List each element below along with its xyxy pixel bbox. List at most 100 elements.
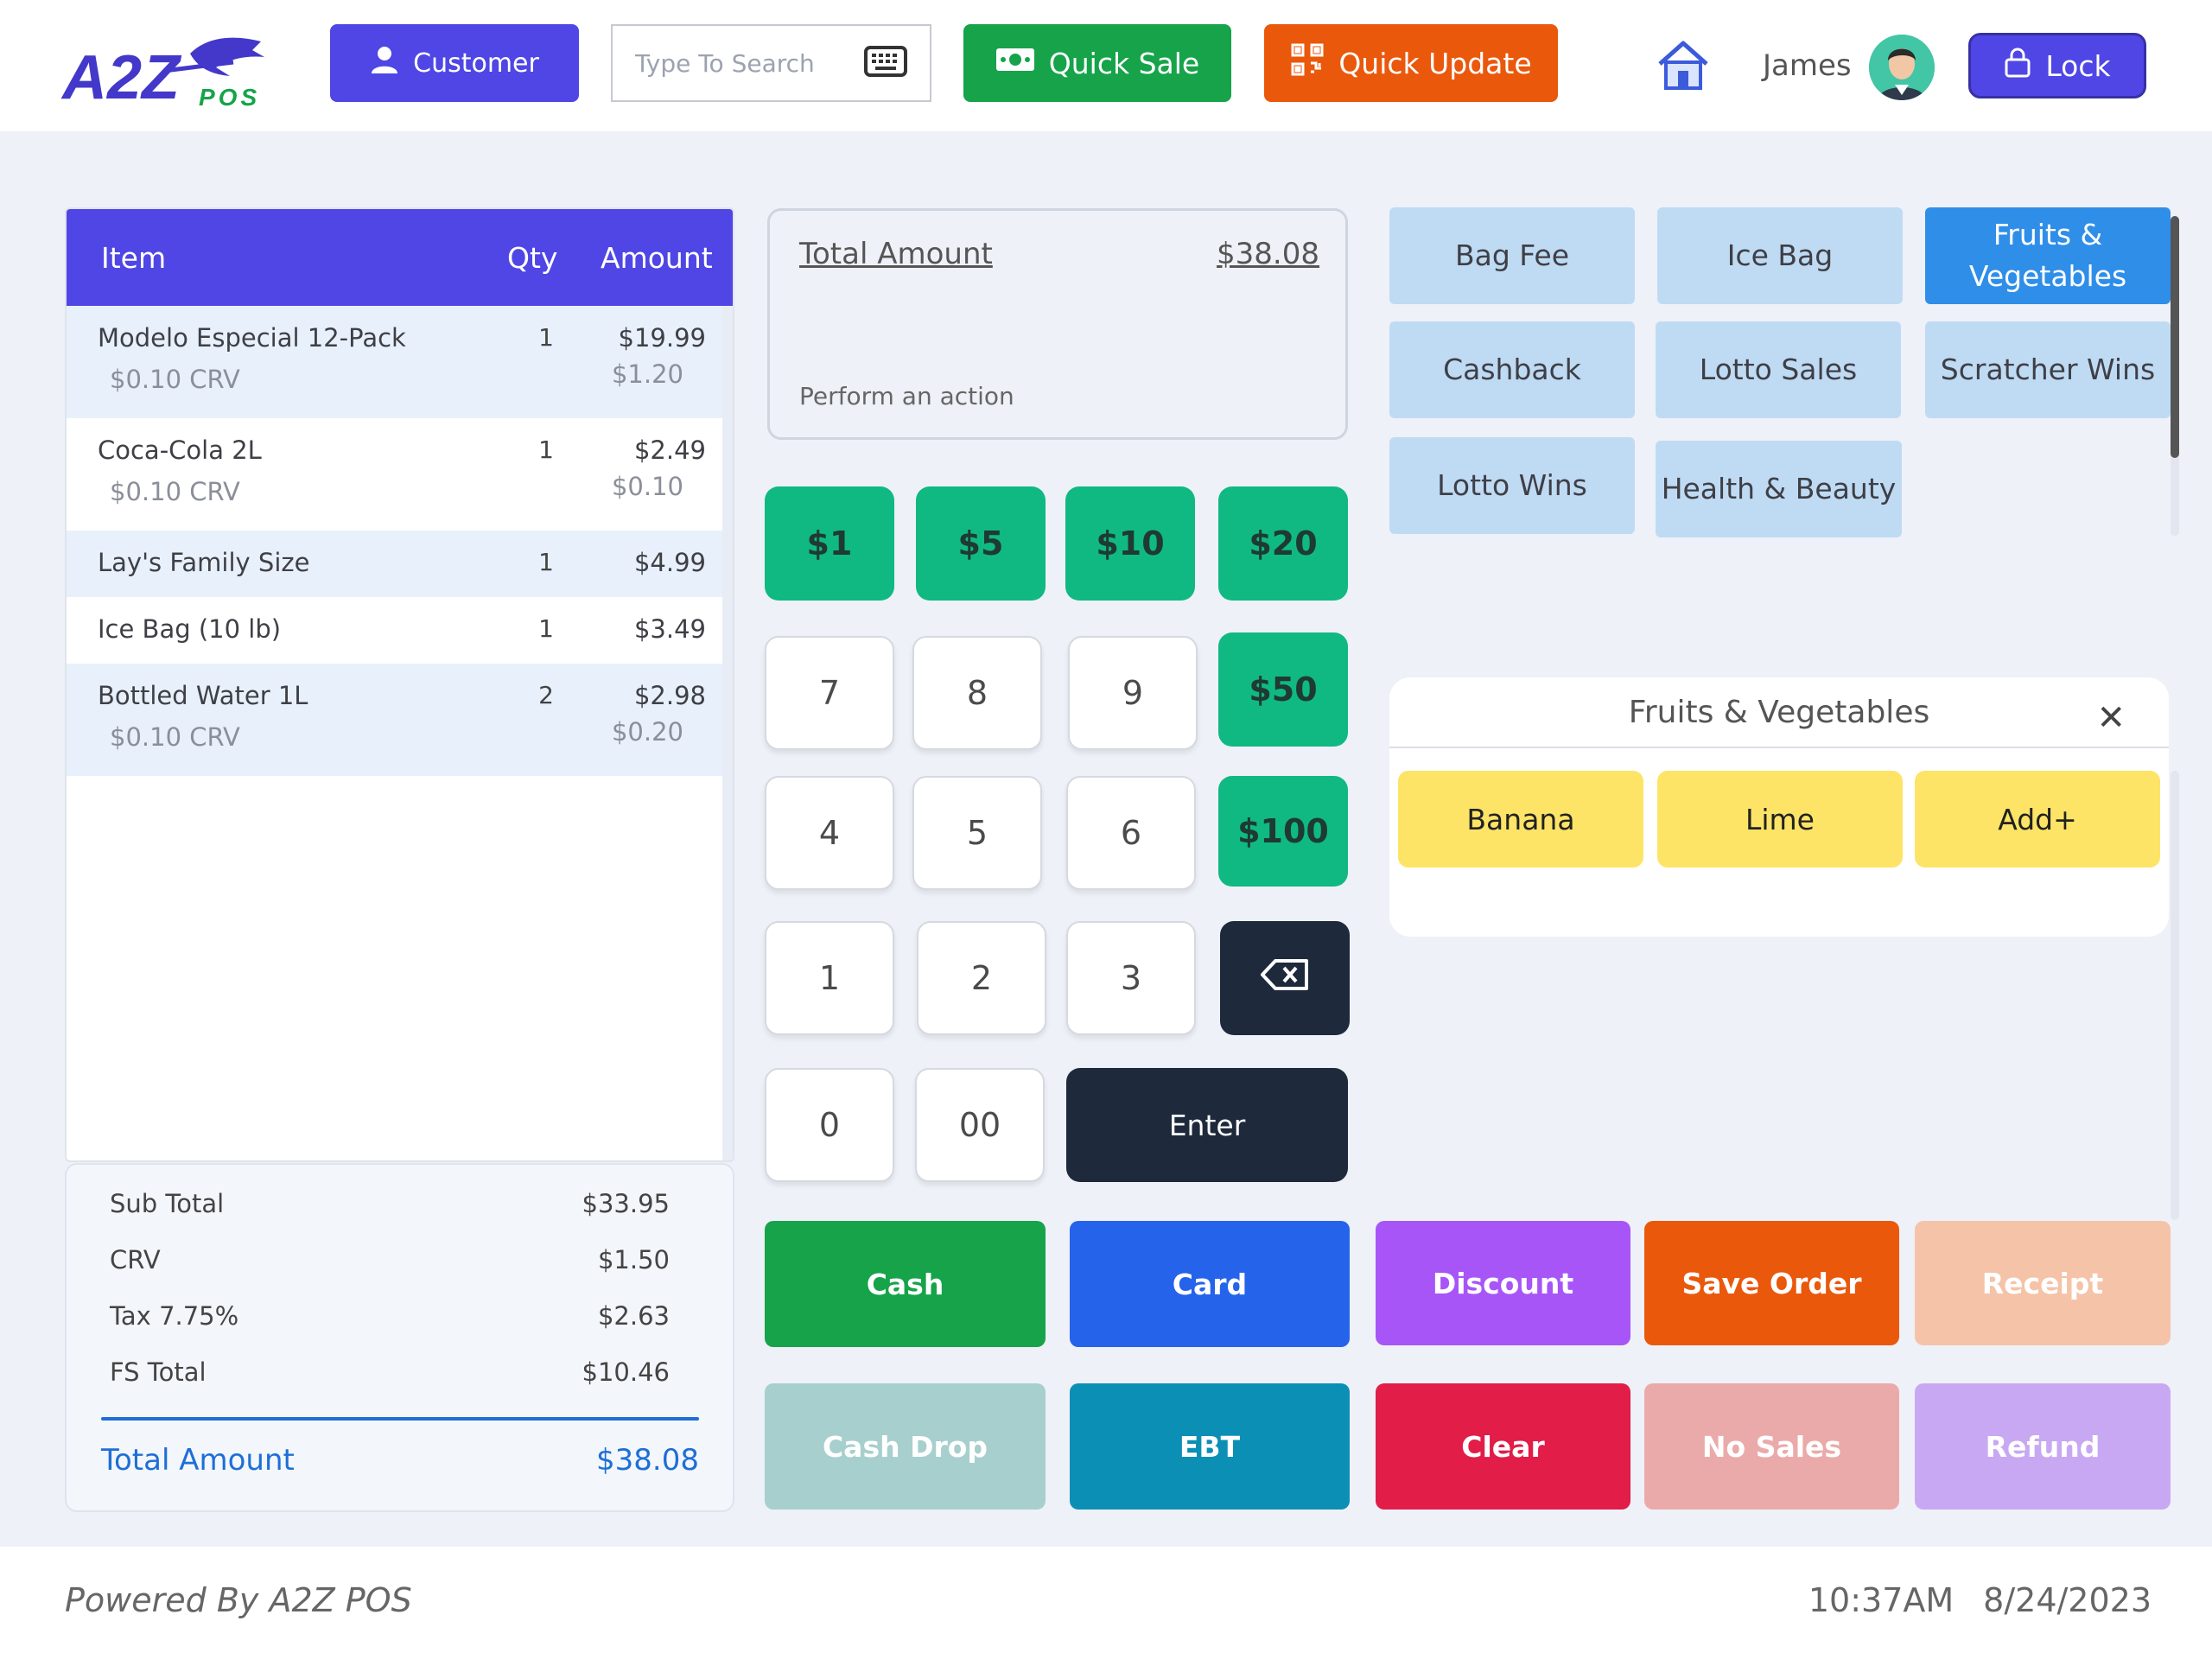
category-fruits-vegetables[interactable]: Fruits & Vegetables (1925, 207, 2171, 304)
item-name: Bottled Water 1L (98, 681, 308, 710)
sub-total-value: $33.95 (582, 1189, 670, 1218)
item-name: Lay's Family Size (98, 548, 310, 577)
item-qty: 2 (538, 681, 554, 709)
customer-label: Customer (413, 48, 539, 79)
digit-key-2[interactable]: 2 (917, 921, 1046, 1035)
quick-update-button[interactable]: Quick Update (1264, 24, 1558, 102)
item-amount: $2.98 (633, 681, 706, 710)
category-ice-bag[interactable]: Ice Bag (1657, 207, 1903, 304)
category-lotto-sales[interactable]: Lotto Sales (1656, 321, 1901, 418)
home-icon[interactable] (1655, 36, 1712, 97)
lock-button[interactable]: Lock (1968, 33, 2146, 99)
cash-key-50[interactable]: $50 (1218, 632, 1348, 747)
cart-row[interactable]: Coca-Cola 2L 1 $2.49 $0.10 CRV $0.10 (67, 418, 725, 531)
a2z-pos-logo: A2Z POS (60, 28, 276, 112)
crv-row: CRV $1.50 (110, 1245, 690, 1274)
cart-row[interactable]: Lay's Family Size 1 $4.99 (67, 531, 725, 597)
item-crv-label: $0.10 CRV (110, 722, 240, 752)
cart-row[interactable]: Ice Bag (10 lb) 1 $3.49 (67, 597, 725, 664)
clock-time: 10:37AM (1808, 1581, 1955, 1619)
ebt-button[interactable]: EBT (1070, 1383, 1350, 1510)
keyboard-icon[interactable] (864, 46, 907, 80)
column-item: Item (101, 240, 167, 275)
subcategory-scrollbar[interactable] (2171, 771, 2179, 1220)
digit-key-1[interactable]: 1 (765, 921, 894, 1035)
receipt-button[interactable]: Receipt (1915, 1221, 2171, 1345)
cash-key-100[interactable]: $100 (1218, 776, 1348, 887)
digit-key-8[interactable]: 8 (912, 636, 1042, 750)
powered-by: Powered By A2Z POS (65, 1581, 412, 1619)
digit-key-7[interactable]: 7 (765, 636, 894, 750)
avatar[interactable] (1869, 35, 1935, 100)
cart-panel: Item Qty Amount Modelo Especial 12-Pack … (65, 207, 734, 1162)
subcategory-title: Fruits & Vegetables (1628, 695, 1930, 730)
cart-row[interactable]: Modelo Especial 12-Pack 1 $19.99 $0.10 C… (67, 306, 725, 418)
search-input[interactable] (635, 48, 842, 78)
category-lotto-wins[interactable]: Lotto Wins (1389, 437, 1635, 534)
amount-display: Total Amount $38.08 Perform an action (767, 208, 1348, 440)
product-banana[interactable]: Banana (1398, 771, 1643, 868)
search-box[interactable] (611, 24, 931, 102)
item-qty: 1 (538, 548, 554, 576)
cash-key-5[interactable]: $5 (916, 486, 1046, 601)
cash-key-1[interactable]: $1 (765, 486, 894, 601)
customer-button[interactable]: Customer (330, 24, 579, 102)
refund-button[interactable]: Refund (1915, 1383, 2171, 1510)
tax-row: Tax 7.75% $2.63 (110, 1301, 690, 1331)
backspace-key[interactable] (1220, 921, 1350, 1035)
save-order-button[interactable]: Save Order (1644, 1221, 1899, 1345)
digit-key-5[interactable]: 5 (912, 776, 1042, 890)
column-amount: Amount (601, 240, 713, 275)
category-health-beauty[interactable]: Health & Beauty (1656, 441, 1902, 537)
category-scratcher-wins[interactable]: Scratcher Wins (1925, 321, 2171, 418)
cart-row[interactable]: Bottled Water 1L 2 $2.98 $0.10 CRV $0.20 (67, 664, 725, 776)
enter-key[interactable]: Enter (1066, 1068, 1348, 1182)
display-label: Total Amount (799, 237, 993, 271)
footer: Powered By A2Z POS 10:37AM 8/24/2023 (0, 1547, 2212, 1659)
cash-drop-button[interactable]: Cash Drop (765, 1383, 1046, 1510)
clock-date: 8/24/2023 (1983, 1581, 2152, 1619)
category-bag-fee[interactable]: Bag Fee (1389, 207, 1635, 304)
quick-sale-label: Quick Sale (1048, 46, 1200, 80)
item-amount: $2.49 (633, 435, 706, 465)
display-value: $38.08 (1217, 237, 1319, 271)
category-scrollbar-thumb[interactable] (2171, 216, 2179, 458)
digit-key-00[interactable]: 00 (915, 1068, 1045, 1182)
fs-total-value: $10.46 (582, 1357, 670, 1387)
digit-key-9[interactable]: 9 (1068, 636, 1198, 750)
no-sales-button[interactable]: No Sales (1644, 1383, 1899, 1510)
clock: 10:37AM 8/24/2023 (1779, 1581, 2152, 1619)
category-scrollbar[interactable] (2171, 216, 2179, 536)
svg-text:A2Z: A2Z (60, 43, 182, 111)
close-icon[interactable]: ✕ (2096, 698, 2126, 738)
clear-button[interactable]: Clear (1376, 1383, 1630, 1510)
item-crv-label: $0.10 CRV (110, 477, 240, 506)
svg-text:POS: POS (199, 84, 260, 111)
display-message: Perform an action (799, 382, 1014, 410)
cart-scrollbar[interactable] (722, 306, 733, 1160)
cash-key-20[interactable]: $20 (1218, 486, 1348, 601)
top-bar: A2Z POS Customer Quick Sale (0, 0, 2212, 131)
quick-sale-button[interactable]: Quick Sale (963, 24, 1231, 102)
digit-key-0[interactable]: 0 (765, 1068, 894, 1182)
item-crv-amount: $0.20 (611, 717, 683, 747)
subcategory-divider (1389, 747, 2169, 748)
discount-button[interactable]: Discount (1376, 1221, 1630, 1345)
tax-value: $2.63 (597, 1301, 670, 1331)
add-product-button[interactable]: Add+ (1915, 771, 2160, 868)
digit-key-4[interactable]: 4 (765, 776, 894, 890)
cash-key-10[interactable]: $10 (1065, 486, 1195, 601)
digit-key-3[interactable]: 3 (1066, 921, 1196, 1035)
digit-key-6[interactable]: 6 (1066, 776, 1196, 890)
tax-label: Tax 7.75% (110, 1301, 239, 1331)
cash-button[interactable]: Cash (765, 1221, 1046, 1347)
product-lime[interactable]: Lime (1657, 771, 1903, 868)
item-crv-amount: $1.20 (611, 359, 683, 389)
category-cashback[interactable]: Cashback (1389, 321, 1635, 418)
crv-value: $1.50 (597, 1245, 670, 1274)
column-qty: Qty (507, 240, 558, 275)
quick-update-label: Quick Update (1338, 46, 1532, 80)
fs-total-row: FS Total $10.46 (110, 1357, 690, 1387)
user-icon (370, 45, 399, 81)
card-button[interactable]: Card (1070, 1221, 1350, 1347)
